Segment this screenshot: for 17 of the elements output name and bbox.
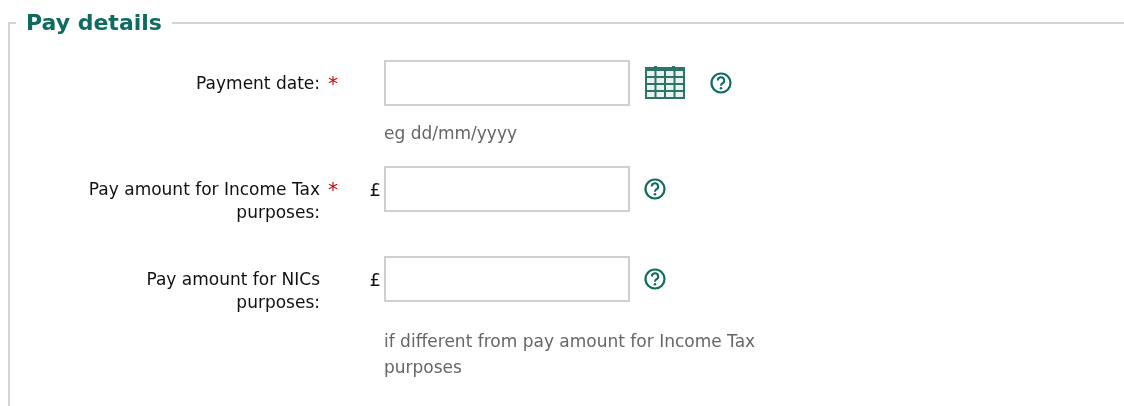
field-hint: eg dd/mm/yyyy [384,122,519,145]
required-marker: * [327,176,338,201]
field-label: Payment date: [195,72,320,95]
field-label: Pay amount for Income Tax purposes: [87,178,320,224]
amount-input-field[interactable] [384,256,630,302]
currency-symbol: £ [369,178,381,201]
currency-symbol: £ [369,268,381,291]
amount-input-field[interactable] [384,166,630,212]
help-icon[interactable] [710,72,732,94]
help-icon[interactable] [644,178,666,200]
required-marker: * [327,70,338,95]
section-title: Pay details [25,12,163,34]
field-hint: if different from pay amount for Income Tax purposes [384,330,757,379]
field-label: Pay amount for NICs purposes: [145,268,320,314]
calendar-icon[interactable] [644,66,686,100]
date-input-field[interactable] [384,60,630,106]
help-icon[interactable] [644,268,666,290]
